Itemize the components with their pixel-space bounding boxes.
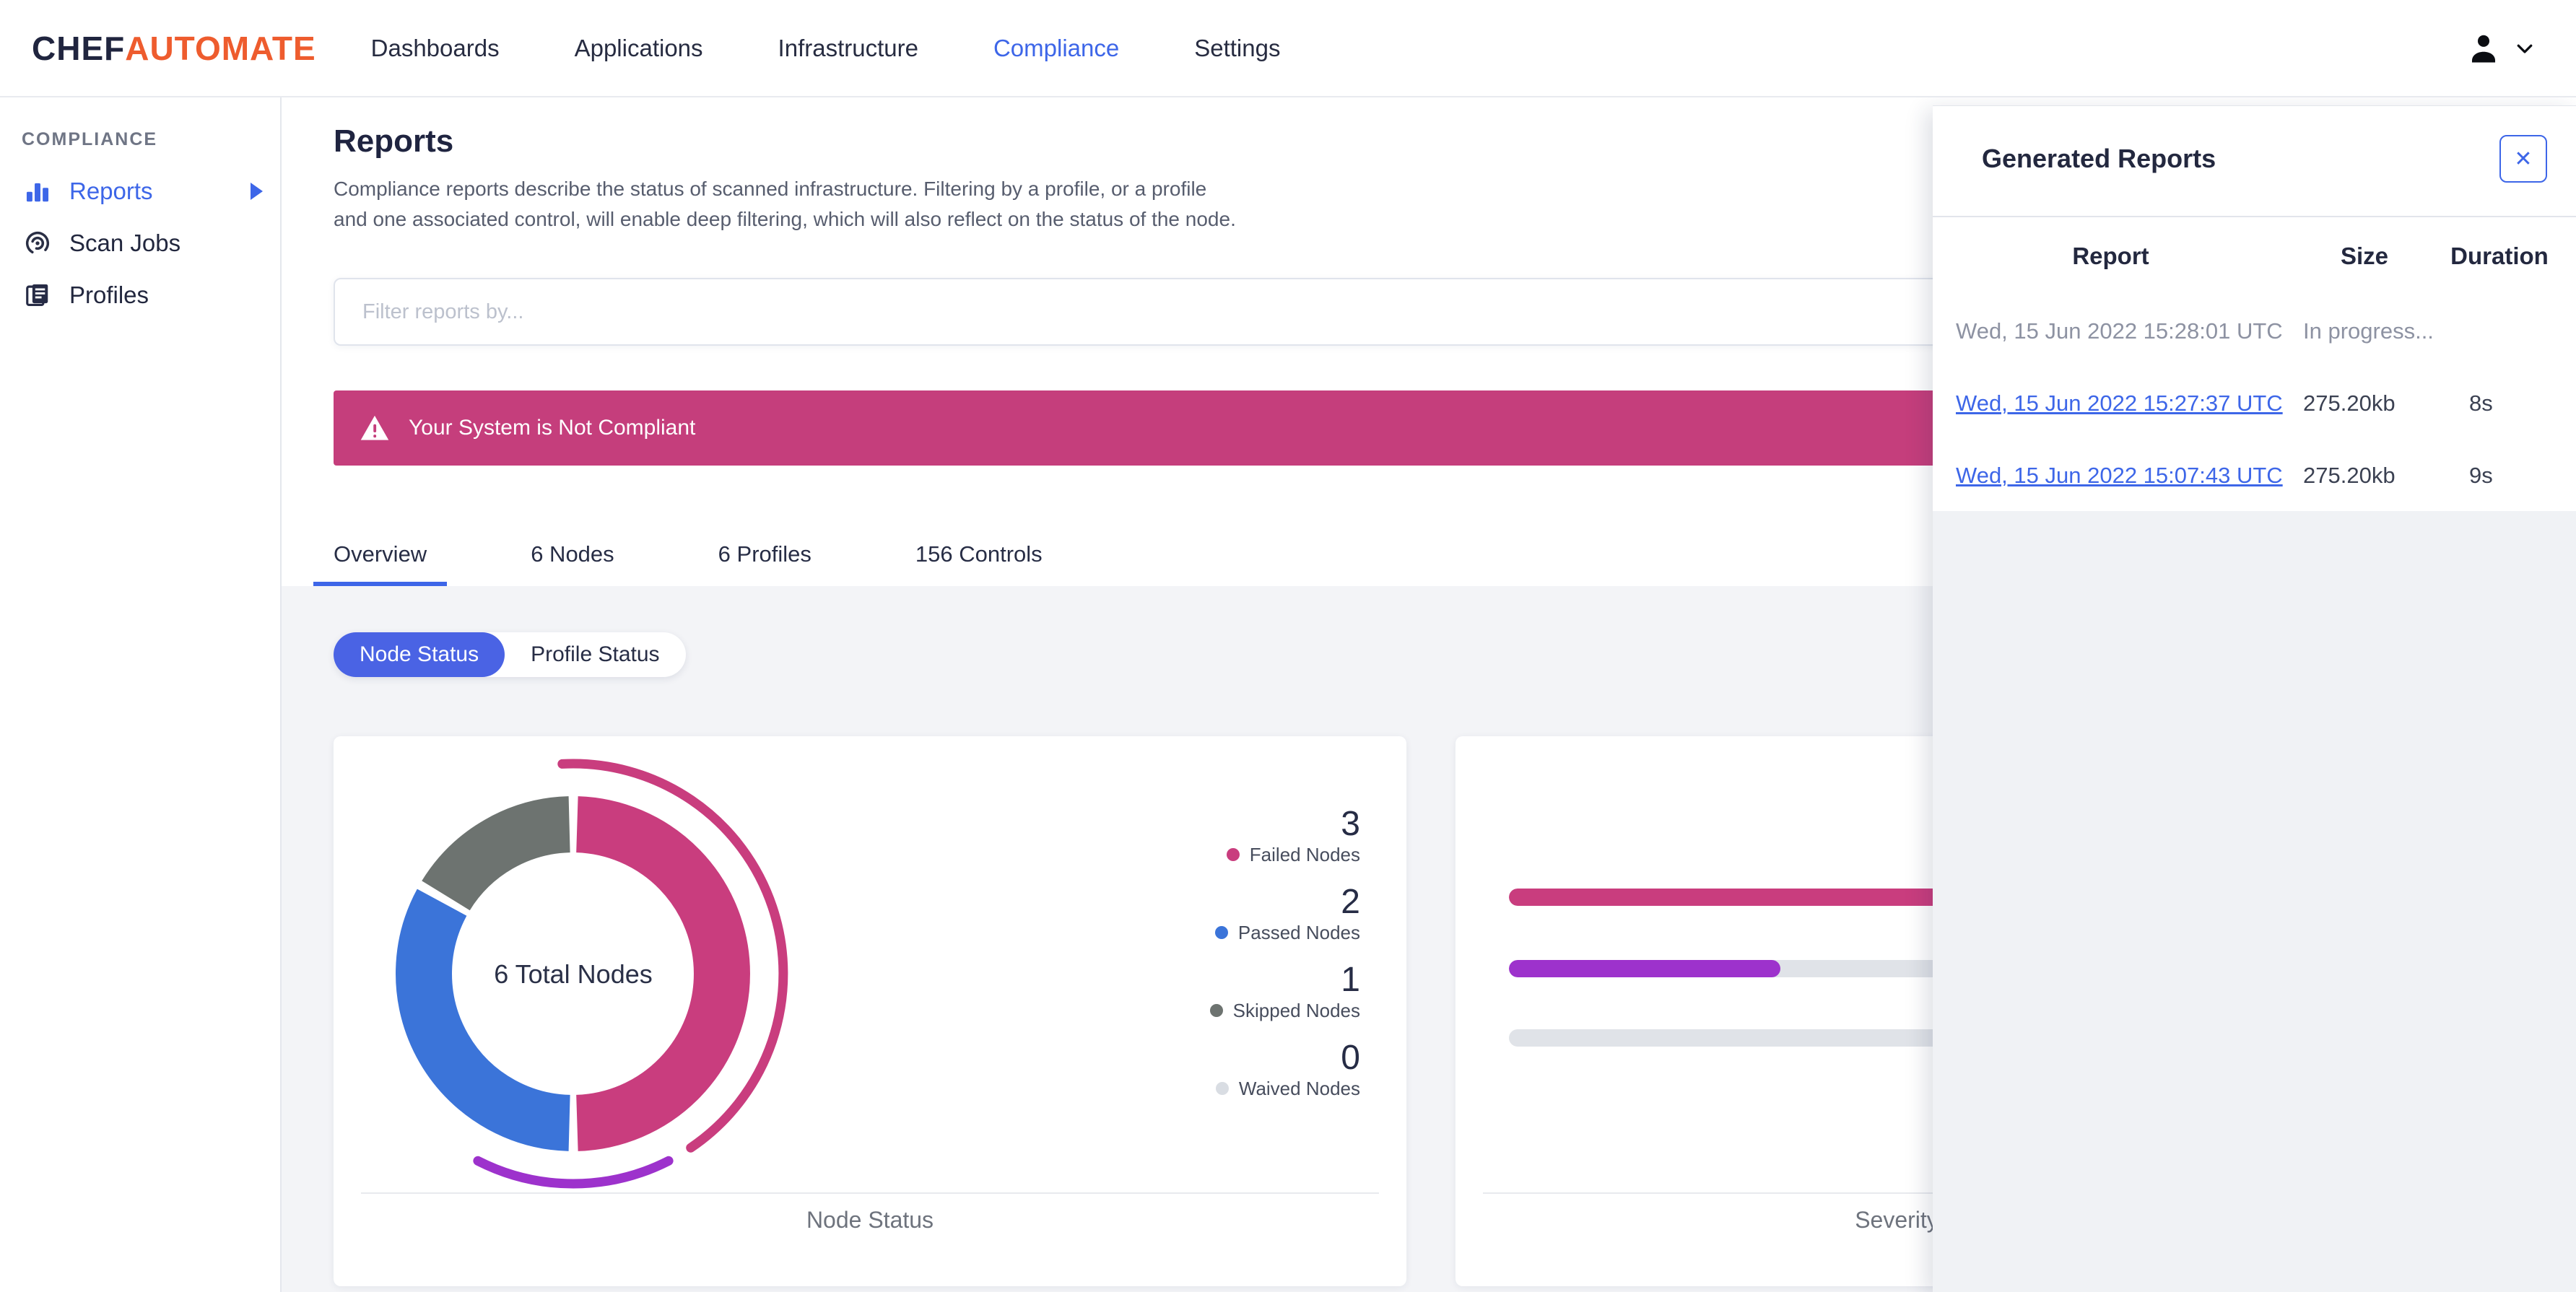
- tab-overview[interactable]: Overview: [313, 525, 448, 586]
- nav-item-applications[interactable]: Applications: [575, 35, 703, 62]
- donut-segment-skipped-nodes[interactable]: [422, 796, 571, 911]
- sidebar-item-label: Reports: [69, 178, 153, 204]
- generated-reports-drawer: Generated Reports ✕ Report Size Duration W…: [1933, 105, 2576, 1292]
- legend-dot-failed-nodes: [1226, 848, 1240, 861]
- sidebar-item-label: Profiles: [69, 281, 149, 308]
- legend-label: Waived Nodes: [1238, 1078, 1360, 1099]
- brand-chef: CHEF: [32, 29, 126, 67]
- toggle-node-status[interactable]: Node Status: [334, 632, 505, 677]
- tab-6-profiles[interactable]: 6 Profiles: [698, 525, 832, 586]
- page-title: Reports: [334, 123, 454, 159]
- legend-label-row: Failed Nodes: [1226, 843, 1360, 866]
- sidebar-item-scan-jobs[interactable]: Scan Jobs: [0, 221, 280, 266]
- report-date-cell: Wed, 15 Jun 2022 15:07:43 UTC: [1933, 463, 2289, 489]
- severity-bar-fill-1: [1509, 960, 1780, 977]
- sidebar-section-label: COMPLIANCE: [22, 129, 158, 149]
- report-duration-cell: 9s: [2469, 463, 2493, 488]
- tab-156-controls[interactable]: 156 Controls: [895, 525, 1063, 586]
- donut-outer-arc-1: [473, 1156, 674, 1189]
- report-size-cell: 275.20kb: [2303, 390, 2396, 416]
- column-header-size: Size: [2340, 243, 2389, 269]
- legend-item-skipped-nodes: 1 Skipped Nodes: [1209, 961, 1360, 1022]
- legend-value-skipped-nodes: 1: [1341, 961, 1360, 999]
- report-date-cell: Wed, 15 Jun 2022 15:27:37 UTC: [1933, 390, 2289, 416]
- legend-label-row: Waived Nodes: [1215, 1077, 1360, 1100]
- donut-segment-passed-nodes[interactable]: [396, 889, 571, 1151]
- brand-logo[interactable]: CHEFAUTOMATE: [32, 29, 316, 68]
- top-nav: CHEFAUTOMATE Dashboards Applications Infra…: [0, 0, 2576, 97]
- brand-automate: AUTOMATE: [125, 29, 316, 67]
- main-nav: Dashboards Applications Infrastructure Comp…: [371, 35, 1281, 62]
- bar-chart-icon: [23, 177, 52, 206]
- report-row-2: Wed, 15 Jun 2022 15:07:43 UTC 275.20kb 9s: [1933, 440, 2576, 512]
- node-status-card-title: Node Status: [806, 1207, 934, 1233]
- banner-text: Your System is Not Compliant: [409, 416, 696, 440]
- report-size-cell: 275.20kb: [2303, 463, 2396, 488]
- legend-label-row: Skipped Nodes: [1209, 999, 1360, 1022]
- sidebar-item-profiles[interactable]: Profiles: [0, 273, 280, 318]
- warning-icon: [360, 413, 390, 443]
- sidebar-item-label: Scan Jobs: [69, 230, 181, 256]
- card-divider: [361, 1192, 1379, 1194]
- sidebar: COMPLIANCE Reports Scan Jobs Profiles: [0, 97, 282, 1292]
- legend-value-failed-nodes: 3: [1341, 805, 1360, 843]
- status-toggle: Node Status Profile Status: [334, 632, 686, 677]
- legend-dot-passed-nodes: [1214, 926, 1228, 939]
- reports-table-body: Wed, 15 Jun 2022 15:28:01 UTC In progress…: [1933, 295, 2576, 512]
- column-header-duration: Duration: [2450, 243, 2549, 269]
- node-status-card: 6 Total Nodes 3 Failed Nodes 2 Passed Nodes…: [334, 736, 1406, 1286]
- report-duration-cell: 8s: [2469, 390, 2493, 416]
- legend-item-failed-nodes: 3 Failed Nodes: [1226, 805, 1360, 866]
- tab-6-nodes[interactable]: 6 Nodes: [510, 525, 634, 586]
- reports-table-header: Report Size Duration: [1933, 217, 2576, 295]
- chevron-right-icon: [251, 183, 263, 200]
- user-menu-button[interactable]: [2465, 30, 2544, 67]
- drawer-close-button[interactable]: ✕: [2499, 135, 2547, 183]
- legend-label-row: Passed Nodes: [1214, 921, 1360, 944]
- report-row-0: Wed, 15 Jun 2022 15:28:01 UTC In progress…: [1933, 295, 2576, 367]
- legend-value-waived-nodes: 0: [1341, 1039, 1360, 1077]
- legend-item-waived-nodes: 0 Waived Nodes: [1215, 1039, 1360, 1100]
- sidebar-item-reports[interactable]: Reports: [0, 169, 280, 214]
- report-date-cell: Wed, 15 Jun 2022 15:28:01 UTC: [1933, 318, 2289, 344]
- report-date-text: Wed, 15 Jun 2022 15:28:01 UTC: [1956, 318, 2283, 344]
- report-download-link[interactable]: Wed, 15 Jun 2022 15:07:43 UTC: [1956, 463, 2283, 488]
- legend-label: Passed Nodes: [1237, 922, 1360, 943]
- report-download-link[interactable]: Wed, 15 Jun 2022 15:27:37 UTC: [1956, 390, 2283, 416]
- nav-item-settings[interactable]: Settings: [1194, 35, 1280, 62]
- legend-dot-waived-nodes: [1215, 1082, 1229, 1095]
- user-icon: [2465, 30, 2502, 67]
- documents-icon: [23, 281, 52, 310]
- chevron-down-icon: [2514, 38, 2536, 59]
- generated-reports-panel: Generated Reports ✕ Report Size Duration W…: [1933, 105, 2576, 511]
- report-row-1: Wed, 15 Jun 2022 15:27:37 UTC 275.20kb 8s: [1933, 367, 2576, 440]
- donut-center-label: 6 Total Nodes: [494, 959, 653, 989]
- close-icon: ✕: [2514, 147, 2533, 171]
- column-header-report: Report: [2072, 243, 2149, 269]
- report-size-cell: In progress...: [2303, 318, 2434, 344]
- radar-icon: [23, 229, 52, 258]
- page-description: Compliance reports describe the status o…: [334, 178, 1236, 230]
- nav-item-infrastructure[interactable]: Infrastructure: [778, 35, 918, 62]
- report-tabs: Overview 6 Nodes 6 Profiles 156 Controls: [313, 525, 1063, 586]
- legend-value-passed-nodes: 2: [1341, 883, 1360, 921]
- nav-item-compliance[interactable]: Compliance: [993, 35, 1119, 62]
- nav-item-dashboards[interactable]: Dashboards: [371, 35, 500, 62]
- toggle-profile-status[interactable]: Profile Status: [505, 632, 685, 677]
- drawer-title: Generated Reports: [1982, 144, 2216, 173]
- node-status-legend: 3 Failed Nodes 2 Passed Nodes 1 Skipped Nodes…: [1209, 805, 1360, 1100]
- legend-item-passed-nodes: 2 Passed Nodes: [1214, 883, 1360, 944]
- legend-dot-skipped-nodes: [1209, 1004, 1223, 1017]
- legend-label: Failed Nodes: [1249, 844, 1360, 865]
- legend-label: Skipped Nodes: [1232, 1000, 1360, 1021]
- drawer-header: Generated Reports ✕: [1933, 106, 2576, 217]
